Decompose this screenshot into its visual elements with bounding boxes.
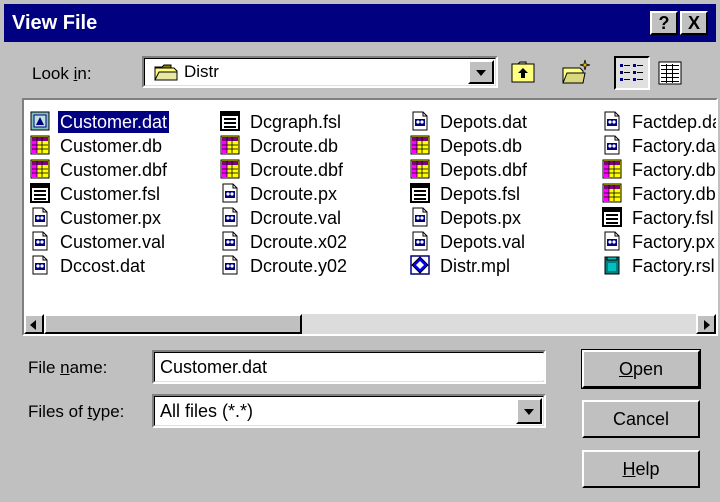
table-file-icon bbox=[220, 135, 240, 155]
file-item-name: Dcroute.db bbox=[250, 136, 339, 156]
help-dialog-button[interactable]: Help bbox=[582, 450, 700, 488]
file-item-name: Customer.val bbox=[60, 232, 166, 252]
file-item-name: Dcroute.y02 bbox=[250, 256, 348, 276]
left-arrow-icon bbox=[30, 320, 36, 330]
scroll-left-button[interactable] bbox=[24, 314, 44, 334]
file-item-name: Depots.dat bbox=[440, 112, 528, 132]
files-of-type-select[interactable]: All files (*.*) bbox=[152, 394, 546, 428]
look-in-dropdown-arrow[interactable] bbox=[468, 60, 494, 84]
open-button[interactable]: Open bbox=[581, 349, 701, 389]
generic-file-icon bbox=[410, 111, 430, 131]
generic-file-icon bbox=[30, 255, 50, 275]
new-folder-icon bbox=[562, 59, 591, 84]
scrollbar-thumb[interactable] bbox=[44, 314, 302, 334]
file-item-name: Factory.da bbox=[632, 136, 716, 156]
file-item-name: Factdep.dа bbox=[632, 112, 718, 132]
form-file-icon bbox=[220, 111, 240, 131]
new-folder-button[interactable] bbox=[558, 56, 594, 90]
look-in-label: Look in: bbox=[32, 64, 92, 83]
files-of-type-label: Files of type: bbox=[28, 402, 125, 421]
generic-file-icon bbox=[602, 231, 622, 251]
file-item-name: Factory.rsl bbox=[632, 256, 715, 276]
cancel-button[interactable]: Cancel bbox=[582, 400, 700, 438]
generic-file-icon bbox=[30, 231, 50, 251]
list-view-icon bbox=[620, 64, 643, 81]
help-button[interactable]: ? bbox=[650, 11, 678, 35]
files-of-type-value: All files (*.*) bbox=[160, 401, 254, 421]
file-item-name: Factory.fsl bbox=[632, 208, 714, 228]
form-file-icon bbox=[30, 183, 50, 203]
file-name-input[interactable] bbox=[156, 354, 544, 380]
view-file-dialog: View File ? X Look in: Distr Customer.da… bbox=[0, 0, 720, 502]
look-in-combo[interactable]: Distr bbox=[142, 56, 498, 88]
file-item-name: Customer.dat bbox=[58, 111, 170, 133]
generic-file-icon bbox=[220, 255, 240, 275]
map-file-icon bbox=[410, 255, 430, 275]
file-item-name: Factory.px bbox=[632, 232, 715, 252]
table-file-icon bbox=[30, 135, 50, 155]
generic-file-icon bbox=[220, 207, 240, 227]
file-item-name: Depots.val bbox=[440, 232, 526, 252]
generic-file-icon bbox=[410, 207, 430, 227]
file-item-name: Depots.dbf bbox=[440, 160, 528, 180]
file-item-name: Customer.dbf bbox=[60, 160, 168, 180]
file-item-name: Customer.px bbox=[60, 208, 162, 228]
look-in-value: Distr bbox=[184, 62, 219, 81]
data-file-icon bbox=[30, 111, 50, 131]
file-item-name: Dcroute.x02 bbox=[250, 232, 348, 252]
file-item-name: Dcgraph.fsl bbox=[250, 112, 342, 132]
table-file-icon bbox=[220, 159, 240, 179]
generic-file-icon bbox=[220, 231, 240, 251]
file-item-name: Depots.db bbox=[440, 136, 523, 156]
file-item-name: Dcroute.dbf bbox=[250, 160, 344, 180]
details-view-icon bbox=[658, 61, 682, 85]
table-file-icon bbox=[410, 135, 430, 155]
file-item-name: Dcroute.val bbox=[250, 208, 342, 228]
file-item-name: Depots.px bbox=[440, 208, 522, 228]
file-item-name: Customer.db bbox=[60, 136, 163, 156]
horizontal-scrollbar[interactable] bbox=[24, 314, 716, 334]
generic-file-icon bbox=[602, 111, 622, 131]
generic-file-icon bbox=[410, 231, 430, 251]
file-name-label: File name: bbox=[28, 358, 108, 377]
file-item-name: Depots.fsl bbox=[440, 184, 521, 204]
list-view-button[interactable] bbox=[614, 56, 650, 90]
up-one-level-button[interactable] bbox=[506, 56, 542, 90]
file-item-name: Factory.db bbox=[632, 160, 716, 180]
file-item-name: Factory.db bbox=[632, 184, 716, 204]
file-item-name: Customer.fsl bbox=[60, 184, 161, 204]
close-button[interactable]: X bbox=[680, 11, 708, 35]
title-bar[interactable]: View File ? X bbox=[4, 4, 716, 42]
generic-file-icon bbox=[30, 207, 50, 227]
generic-file-icon bbox=[602, 135, 622, 155]
scroll-right-button[interactable] bbox=[696, 314, 716, 334]
file-item-name: Distr.mpl bbox=[440, 256, 511, 276]
files-of-type-dropdown-arrow[interactable] bbox=[516, 398, 542, 424]
table-file-icon bbox=[602, 159, 622, 179]
form-file-icon bbox=[410, 183, 430, 203]
file-list[interactable]: Customer.dat Customer.db Customer.dbf Custo… bbox=[22, 98, 718, 336]
file-item-name: Dcroute.px bbox=[250, 184, 338, 204]
file-name-box bbox=[152, 350, 546, 384]
table-file-icon bbox=[602, 183, 622, 203]
file-item-name: Dccost.dat bbox=[60, 256, 146, 276]
generic-file-icon bbox=[220, 183, 240, 203]
details-view-button[interactable] bbox=[652, 56, 688, 90]
table-file-icon bbox=[410, 159, 430, 179]
table-file-icon bbox=[30, 159, 50, 179]
form-file-icon bbox=[602, 207, 622, 227]
report-file-icon bbox=[602, 255, 622, 275]
window-title: View File bbox=[12, 12, 98, 34]
right-arrow-icon bbox=[704, 320, 710, 330]
up-folder-icon bbox=[511, 61, 535, 83]
folder-icon bbox=[154, 63, 178, 86]
